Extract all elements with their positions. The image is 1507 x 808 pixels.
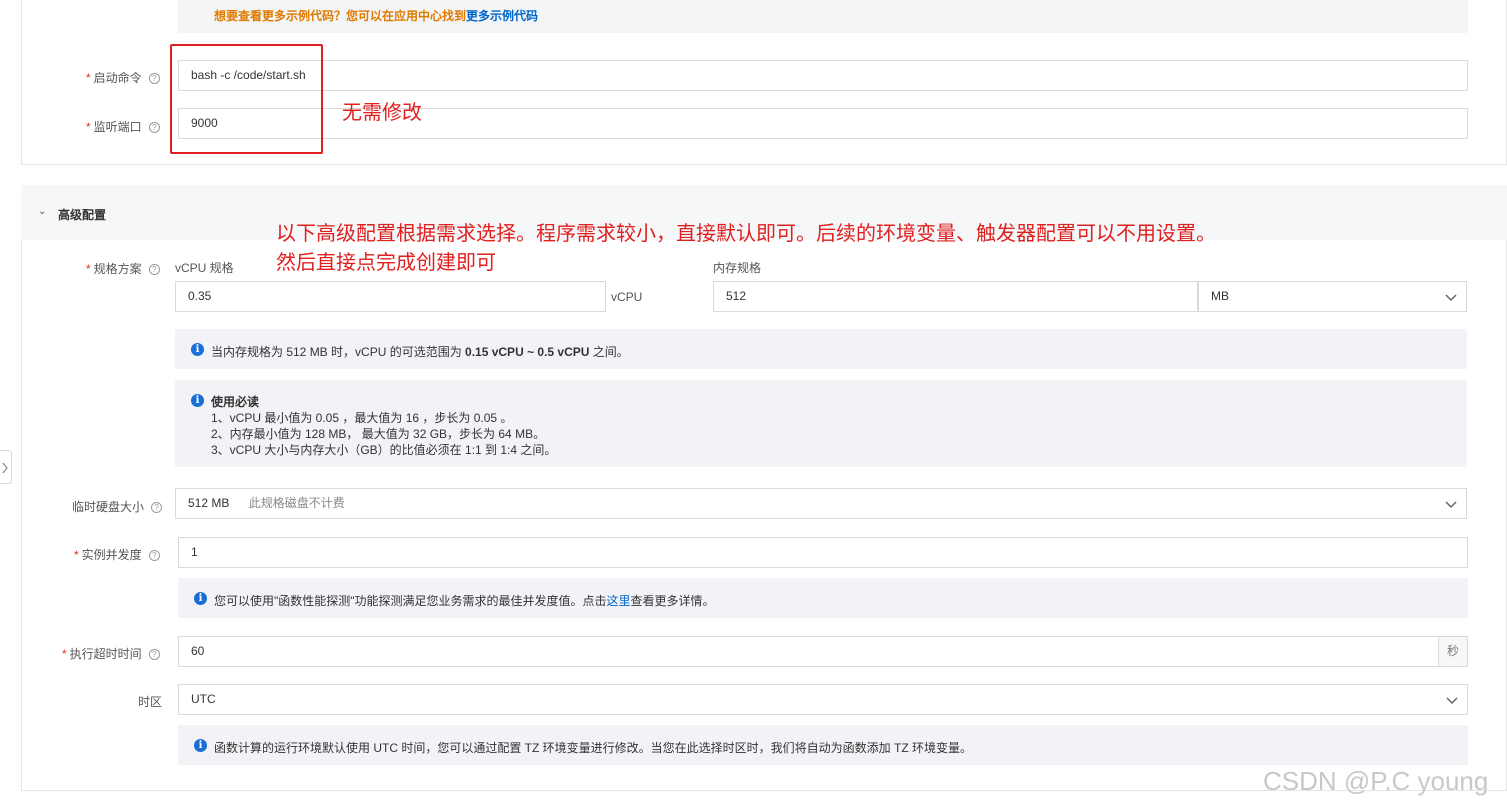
- side-expand-tab[interactable]: [0, 450, 12, 484]
- disk-note: 此规格磁盘不计费: [248, 496, 345, 510]
- must-read-item: 1、vCPU 最小值为 0.05 ，最大值为 16 ，步长为 0.05 。: [211, 411, 513, 425]
- help-icon[interactable]: ?: [151, 502, 163, 514]
- concurrency-label: * 实例并发度?: [74, 546, 160, 563]
- must-read-item: 3、vCPU 大小与内存大小（GB）的比值必须在 1:1 到 1:4 之间。: [211, 443, 557, 457]
- info-icon: i: [191, 394, 204, 407]
- port-label: * 监听端口?: [86, 118, 160, 135]
- start-cmd-input[interactable]: bash -c /code/start.sh: [178, 60, 1468, 91]
- sample-code-hint: 想要查看更多示例代码？您可以在应用中心找到更多示例代码: [214, 7, 538, 24]
- info-icon: i: [191, 343, 204, 356]
- chevron-down-icon: [1446, 697, 1458, 705]
- advanced-config-title: 高级配置: [58, 208, 107, 222]
- disk-select[interactable]: 512 MB 此规格磁盘不计费: [175, 488, 1467, 519]
- timeout-unit: 秒: [1438, 636, 1468, 667]
- here-link[interactable]: 这里: [607, 594, 631, 608]
- annotation-no-change: 无需修改: [342, 102, 422, 124]
- concurrency-info: i 您可以使用"函数性能探测"功能探测满足您业务需求的最佳并发度值。点击这里查看…: [178, 578, 1468, 618]
- memory-spec-label: 内存规格: [713, 261, 762, 275]
- timezone-select[interactable]: UTC: [178, 684, 1468, 715]
- timezone-label: 时区: [138, 695, 163, 709]
- help-icon[interactable]: ?: [148, 649, 160, 661]
- timezone-info: i 函数计算的运行环境默认使用 UTC 时间，您可以通过配置 TZ 环境变量进行…: [178, 725, 1468, 765]
- hint-text: 想要查看更多示例代码？您可以在应用中心找到: [214, 9, 467, 23]
- info-icon: i: [194, 592, 207, 605]
- vcpu-spec-label: vCPU 规格: [175, 261, 234, 275]
- timeout-label: * 执行超时时间?: [62, 645, 160, 662]
- timezone-value: UTC: [191, 692, 216, 706]
- timeout-input[interactable]: 60: [178, 636, 1439, 667]
- disk-label: 临时硬盘大小?: [72, 498, 163, 515]
- memory-unit-select[interactable]: MB: [1198, 281, 1467, 312]
- annotation-advanced-note-2: 然后直接点完成创建即可: [276, 252, 496, 274]
- spec-label: * 规格方案?: [86, 260, 160, 277]
- disk-value: 512 MB: [188, 496, 230, 510]
- vcpu-range-info: i 当内存规格为 512 MB 时，vCPU 的可选范围为 0.15 vCPU …: [175, 329, 1467, 369]
- help-icon[interactable]: ?: [148, 550, 160, 562]
- memory-unit-value: MB: [1211, 289, 1229, 303]
- start-cmd-label: * 启动命令?: [86, 69, 160, 86]
- info-icon: i: [194, 739, 207, 752]
- chevron-down-icon[interactable]: ⌄: [38, 206, 46, 217]
- concurrency-input[interactable]: 1: [178, 537, 1468, 568]
- must-read-title: 使用必读: [211, 395, 260, 409]
- vcpu-unit: vCPU: [611, 290, 643, 304]
- help-icon[interactable]: ?: [148, 264, 160, 276]
- chevron-down-icon: [1445, 294, 1457, 302]
- more-samples-link[interactable]: 更多示例代码: [466, 9, 538, 23]
- help-icon[interactable]: ?: [148, 73, 160, 85]
- vcpu-input[interactable]: 0.35: [175, 281, 606, 312]
- memory-input[interactable]: 512: [713, 281, 1198, 312]
- chevron-right-icon: [2, 462, 8, 474]
- help-icon[interactable]: ?: [148, 122, 160, 134]
- must-read-item: 2、内存最小值为 128 MB， 最大值为 32 GB，步长为 64 MB。: [211, 427, 546, 441]
- annotation-advanced-note-1: 以下高级配置根据需求选择。程序需求较小，直接默认即可。后续的环境变量、触发器配置…: [276, 223, 1216, 245]
- watermark: CSDN @P.C young: [1263, 766, 1489, 796]
- must-read-info: i 使用必读 1、vCPU 最小值为 0.05 ，最大值为 16 ，步长为 0.…: [175, 380, 1467, 467]
- annotation-red-box: [170, 44, 323, 154]
- chevron-down-icon: [1445, 501, 1457, 509]
